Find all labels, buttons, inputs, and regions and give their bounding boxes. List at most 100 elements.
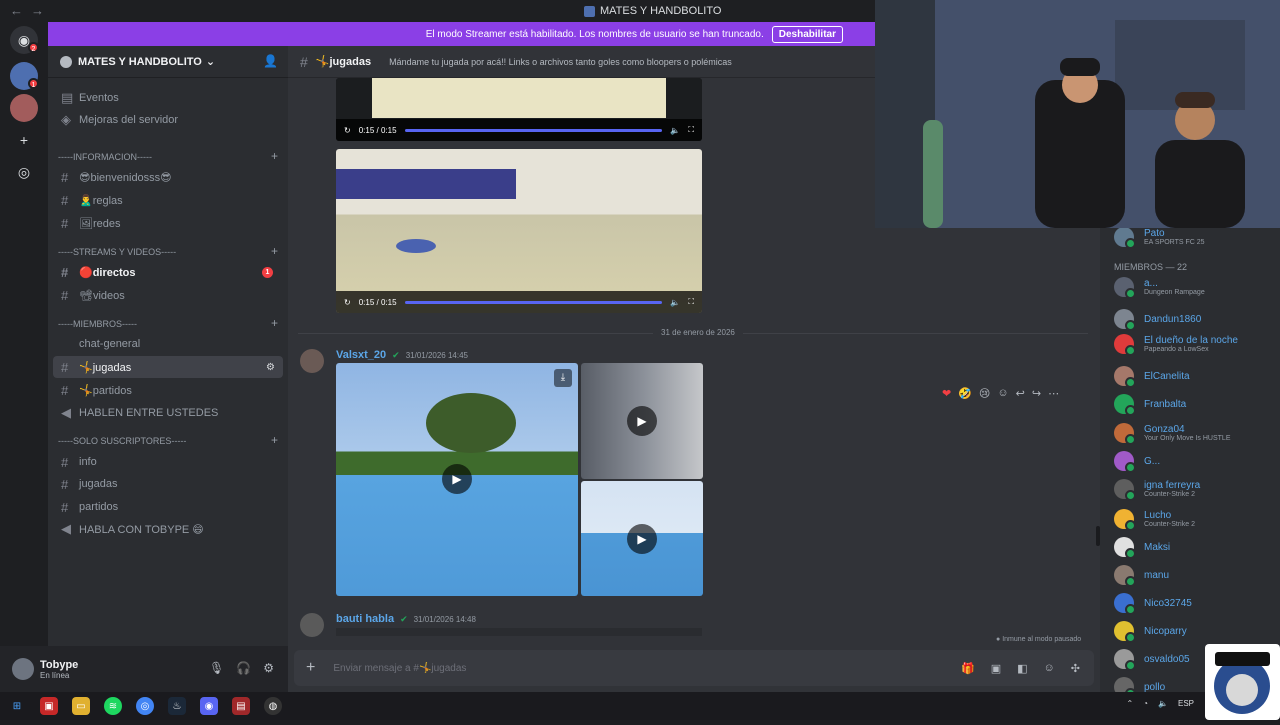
video-attachment-2[interactable]: ▶ [581, 363, 703, 479]
explore-icon[interactable]: ◎ [10, 158, 38, 186]
member-item[interactable]: Gonza04 Your Only Move Is HUSTLE [1114, 420, 1231, 446]
app-icon[interactable]: ▣ [40, 697, 58, 715]
avatar[interactable] [12, 658, 34, 680]
download-icon[interactable]: ⤓ [554, 369, 572, 387]
invite-icon[interactable]: 👤 [263, 54, 278, 68]
voicemeeter-icon[interactable]: ▤ [232, 697, 250, 715]
volume-icon[interactable]: 🔈 [1158, 699, 1168, 708]
windows-start-icon[interactable]: ⊞ [8, 697, 26, 715]
message-author[interactable]: bauti habla [336, 613, 394, 625]
sad-reaction-icon[interactable]: 😢 [979, 387, 990, 400]
category-streams[interactable]: -----STREAMS Y VIDEOS----- + [58, 244, 278, 261]
member-item[interactable]: Dandun1860 [1114, 306, 1201, 332]
channel-videos[interactable]: # 📽videos [53, 284, 283, 306]
video-attachment-partial[interactable] [336, 628, 702, 636]
fullscreen-icon[interactable]: ⛶ [688, 297, 694, 307]
member-item[interactable]: Nicoparry [1114, 618, 1187, 644]
obs-icon[interactable]: ◍ [264, 697, 282, 715]
add-reaction-icon[interactable]: ☺ [997, 387, 1008, 399]
headphones-icon[interactable]: 🎧 [236, 661, 251, 675]
play-icon[interactable]: ▶ [627, 524, 657, 554]
video-controls[interactable]: ↻ 0:15 / 0:15 🔈 ⛶ [336, 291, 702, 313]
add-channel-icon[interactable]: + [271, 316, 278, 333]
add-server-icon[interactable]: + [10, 126, 38, 154]
more-icon[interactable]: ⋯ [1048, 387, 1059, 400]
server-avatar-icon[interactable] [10, 94, 38, 122]
channel-directos[interactable]: # 🔴directos 1 [53, 261, 283, 283]
add-channel-icon[interactable]: + [271, 149, 278, 166]
video-player-2[interactable]: ↻ 0:15 / 0:15 🔈 ⛶ [336, 149, 702, 313]
voice-hablen[interactable]: ◀ HABLEN ENTRE USTEDES [53, 402, 283, 424]
channel-jugadas[interactable]: # 🤸jugadas ⚙ [53, 356, 283, 378]
member-item[interactable]: Maksi [1114, 534, 1170, 560]
channel-reglas[interactable]: # 🙎‍♂️reglas [53, 189, 283, 211]
replay-icon[interactable]: ↻ [344, 126, 351, 135]
forward-icon[interactable]: ↪ [1032, 387, 1041, 400]
channel-redes[interactable]: # 🖼redes [53, 212, 283, 234]
emoji-icon[interactable]: ☺ [1044, 662, 1055, 675]
network-icon[interactable]: ◔ [1143, 699, 1148, 708]
video-controls[interactable]: ↻ 0:15 / 0:15 🔈 ⛶ [336, 119, 702, 141]
discord-icon[interactable]: ◉ [200, 697, 218, 715]
message-author[interactable]: Valsxt_20 [336, 349, 386, 361]
category-informacion[interactable]: -----INFORMACION----- + [58, 149, 278, 166]
replay-icon[interactable]: ↻ [344, 298, 351, 307]
nav-arrows[interactable]: ←→ [10, 3, 52, 18]
microphone-icon[interactable]: 🎙 [209, 661, 224, 675]
avatar[interactable] [300, 613, 324, 637]
composer-placeholder[interactable]: Enviar mensaje a #🤸jugadas [333, 663, 466, 674]
category-miembros[interactable]: -----MIEMBROS----- + [58, 316, 278, 333]
apps-icon[interactable]: ✣ [1071, 662, 1080, 675]
server-header[interactable]: MATES Y HANDBOLITO ⌄ 👤 [48, 46, 288, 78]
laugh-reaction-icon[interactable]: 🤣 [958, 387, 972, 400]
gift-icon[interactable]: 🎁 [961, 662, 975, 675]
member-item[interactable]: El dueño de la noche Papeando a LowSex [1114, 331, 1238, 357]
member-item[interactable]: ElCanelita [1114, 363, 1190, 389]
voice-habla-tobype[interactable]: ◀ HABLA CON TOBYPE 😄 [53, 518, 283, 540]
spotify-icon[interactable]: ≋ [104, 697, 122, 715]
member-item[interactable]: igna ferreyra Counter-Strike 2 [1114, 476, 1200, 502]
message-composer[interactable]: + Enviar mensaje a #🤸jugadas 🎁 ▣ ◧ ☺ ✣ [294, 650, 1094, 686]
server-mates-icon[interactable]: 1 [10, 62, 39, 90]
volume-icon[interactable]: 🔈 [670, 126, 680, 135]
gif-icon[interactable]: ▣ [991, 662, 1001, 675]
discord-home-icon[interactable]: ◉ 2 [10, 26, 39, 54]
sticker-icon[interactable]: ◧ [1017, 662, 1027, 675]
volume-icon[interactable]: 🔈 [670, 298, 680, 307]
play-icon[interactable]: ▶ [442, 464, 472, 494]
settings-icon[interactable]: ⚙ [266, 362, 275, 373]
channel-info[interactable]: # info [53, 451, 283, 473]
channel-jugadas-sub[interactable]: # jugadas [53, 473, 283, 495]
steam-icon[interactable]: ♨ [168, 697, 186, 715]
member-item[interactable]: Nico32745 [1114, 590, 1192, 616]
video-attachment-3[interactable]: ▶ [581, 481, 703, 596]
folder-icon[interactable]: ▭ [72, 697, 90, 715]
channel-chat-general[interactable]: chat-general [53, 333, 283, 355]
category-suscriptores[interactable]: -----SOLO SUSCRIPTORES----- + [58, 433, 278, 450]
language-indicator[interactable]: ESP [1178, 699, 1194, 708]
video-player-1[interactable]: ↻ 0:15 / 0:15 🔈 ⛶ [336, 78, 702, 141]
channel-bienvenidos[interactable]: # 😎bienvenidosss😎 [53, 166, 283, 188]
sidebar-item-boosts[interactable]: ◈ Mejoras del servidor [53, 109, 283, 131]
progress-bar[interactable] [404, 300, 663, 304]
member-item[interactable]: manu [1114, 562, 1169, 588]
fullscreen-icon[interactable]: ⛶ [688, 125, 694, 135]
member-item[interactable]: Franbalta [1114, 391, 1186, 417]
play-icon[interactable]: ▶ [627, 406, 657, 436]
video-attachment-1[interactable]: ⤓ ▶ [336, 363, 578, 596]
chevron-up-icon[interactable]: ⌃ [1126, 699, 1133, 708]
channel-partidos[interactable]: # 🤸partidos [53, 379, 283, 401]
sidebar-item-events[interactable]: ▤ Eventos [53, 87, 283, 109]
add-channel-icon[interactable]: + [271, 433, 278, 450]
chrome-icon[interactable]: ◎ [136, 697, 154, 715]
member-item[interactable]: Lucho Counter-Strike 2 [1114, 506, 1195, 532]
gear-icon[interactable]: ⚙ [263, 661, 274, 675]
disable-streamer-button[interactable]: Deshabilitar [771, 25, 843, 43]
member-item[interactable]: osvaldo05 [1114, 646, 1190, 672]
avatar[interactable] [300, 349, 324, 373]
heart-reaction-icon[interactable]: ❤ [942, 387, 951, 400]
add-attachment-icon[interactable]: + [306, 659, 315, 677]
add-channel-icon[interactable]: + [271, 244, 278, 261]
member-item[interactable]: a... Dungeon Rampage [1114, 274, 1205, 300]
reply-icon[interactable]: ↩ [1016, 387, 1025, 400]
